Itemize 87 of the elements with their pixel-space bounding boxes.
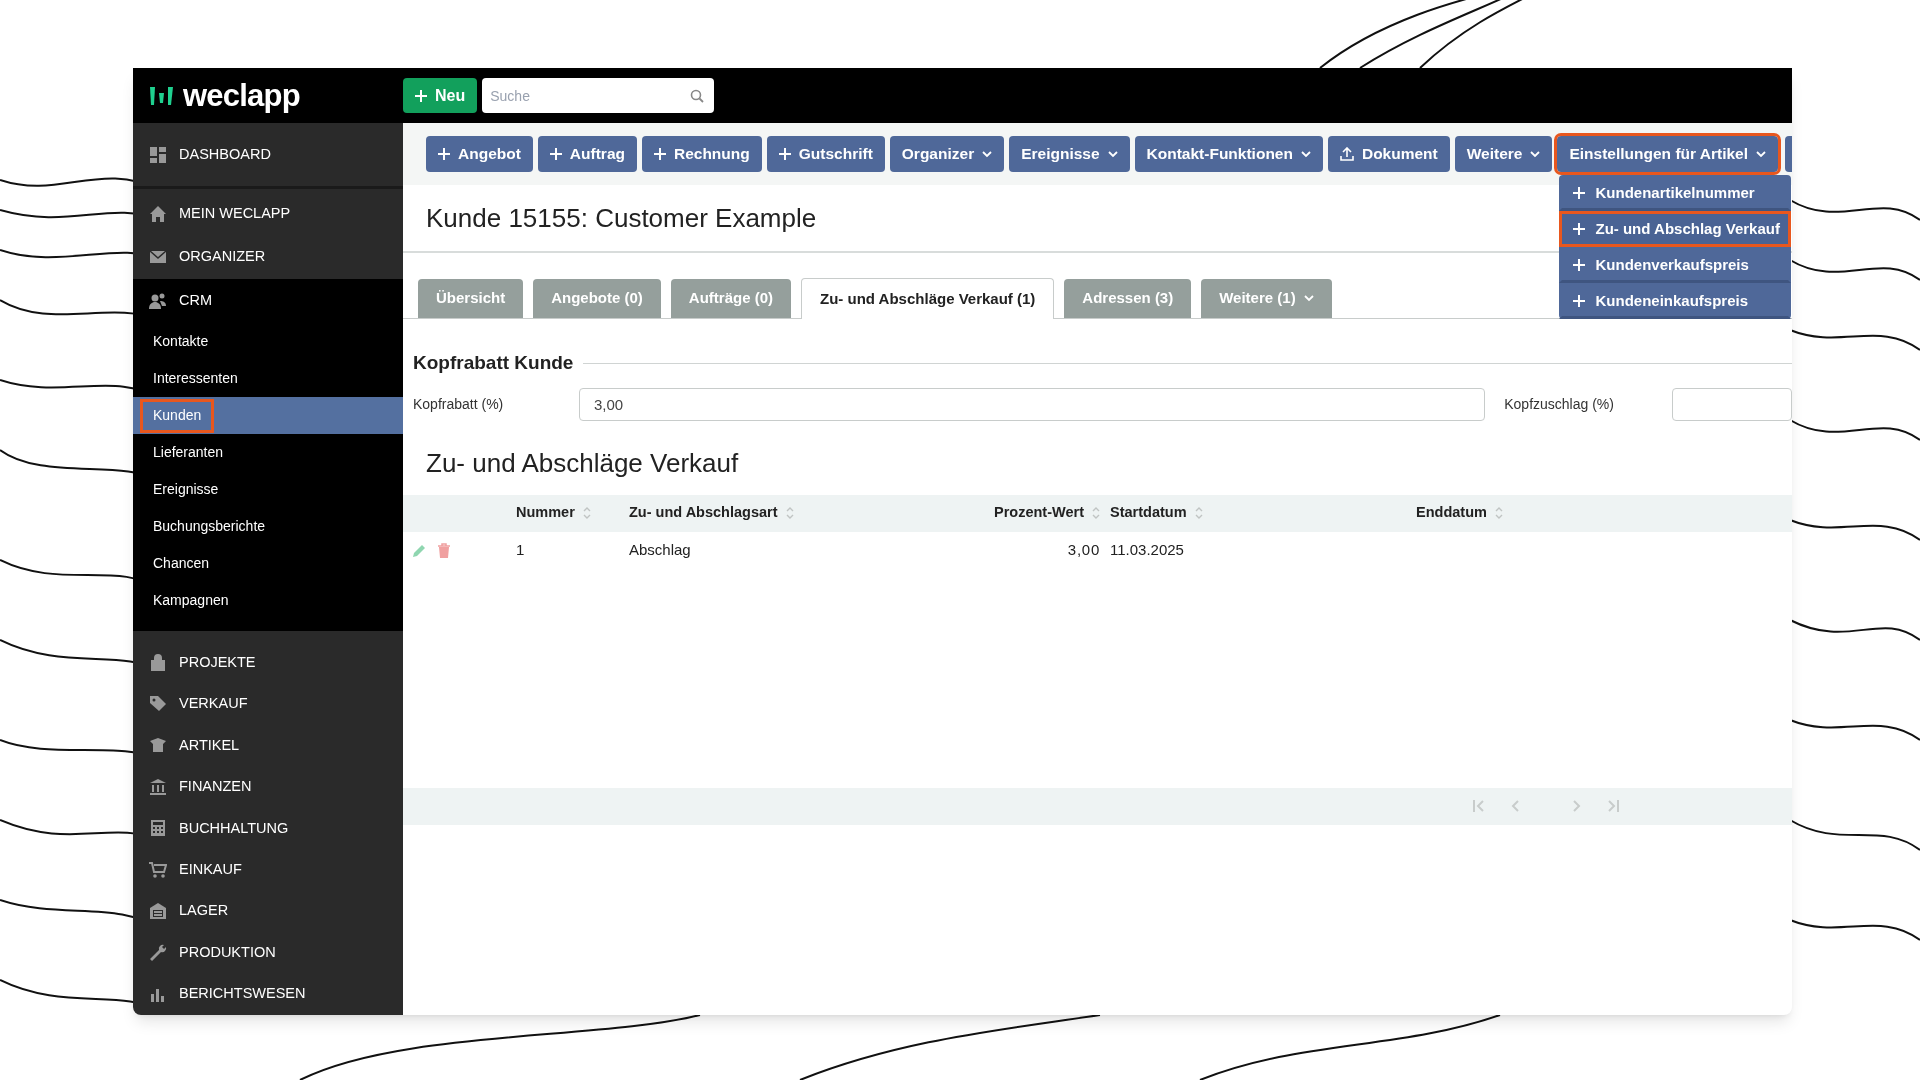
sidebar-item[interactable]: ARTIKEL bbox=[133, 724, 403, 767]
menu-item[interactable]: Kundeneinkaufspreis bbox=[1559, 283, 1792, 319]
section-title: Kopfrabatt Kunde bbox=[413, 351, 574, 375]
home-icon bbox=[149, 204, 167, 223]
sidebar-item[interactable]: MEIN WECLAPP bbox=[133, 192, 403, 236]
column-header[interactable]: Prozent-Wert bbox=[854, 502, 1110, 524]
toolbar-button[interactable]: Ereignisse bbox=[1009, 136, 1130, 172]
sort-icon bbox=[1494, 506, 1503, 520]
sidebar-item[interactable]: PRODUKTION bbox=[133, 932, 403, 974]
plus-icon bbox=[549, 148, 562, 160]
toolbar-button[interactable]: Gutschrift bbox=[766, 136, 885, 172]
sidebar-subitem[interactable]: Ereignisse bbox=[140, 472, 232, 507]
upload-icon bbox=[1339, 147, 1354, 161]
sidebar-item[interactable]: BUCHHALTUNG bbox=[133, 807, 403, 850]
plus-icon bbox=[1573, 295, 1586, 307]
sidebar-subitem[interactable]: Kampagnen bbox=[140, 583, 242, 618]
sort-icon bbox=[1194, 506, 1203, 520]
sidebar-item[interactable]: ORGANIZER bbox=[133, 235, 403, 279]
chevron-down-icon bbox=[1756, 150, 1767, 158]
plus-icon bbox=[653, 148, 666, 160]
plus-icon bbox=[415, 89, 427, 102]
chevron-down-icon bbox=[1107, 150, 1118, 158]
tag-icon bbox=[149, 695, 167, 714]
logo-icon bbox=[149, 84, 175, 107]
input-field[interactable]: 3,00 bbox=[578, 388, 1486, 421]
wrench-icon bbox=[149, 943, 167, 962]
table-cell-text: 11.03.2025 bbox=[1110, 540, 1185, 561]
sort-icon bbox=[785, 506, 794, 520]
bank-icon bbox=[149, 778, 167, 797]
toolbar-button[interactable]: Weitere bbox=[1454, 136, 1553, 172]
menu-item[interactable]: Zu- und Abschlag Verkauf bbox=[1559, 211, 1792, 247]
sidebar-item[interactable]: BERICHTSWESEN bbox=[133, 973, 403, 1015]
sidebar-item[interactable]: EINKAUF bbox=[133, 849, 403, 891]
people-icon bbox=[149, 292, 167, 310]
sort-icon bbox=[582, 506, 591, 520]
toolbar-button[interactable]: Auftrag bbox=[537, 136, 637, 172]
sidebar-item[interactable]: VERKAUF bbox=[133, 683, 403, 725]
column-header[interactable]: Nummer bbox=[516, 502, 629, 524]
chevron-down-icon bbox=[1303, 295, 1314, 302]
table-cell-text: Abschlag bbox=[629, 540, 692, 561]
tab[interactable]: Zu- und Abschläge Verkauf (1) bbox=[801, 278, 1055, 319]
warehouse-icon bbox=[149, 902, 167, 921]
field-label: Kopfzuschlag (%) bbox=[1504, 395, 1615, 414]
sidebar-item[interactable]: PROJEKTE bbox=[133, 642, 403, 684]
column-header[interactable]: Enddatum bbox=[1416, 502, 1792, 524]
table-cell-text: 1 bbox=[516, 540, 526, 561]
search-field[interactable]: Suche bbox=[482, 78, 715, 113]
toolbar-button[interactable]: Rechnung bbox=[641, 136, 762, 172]
cart-icon bbox=[149, 860, 167, 879]
box-icon bbox=[149, 736, 167, 755]
chevron-down-icon bbox=[1530, 150, 1541, 158]
trash-icon bbox=[437, 542, 451, 559]
dashboard-icon bbox=[149, 145, 167, 164]
search-icon bbox=[690, 89, 705, 103]
sidebar-subitem[interactable]: Chancen bbox=[140, 546, 223, 581]
plus-icon bbox=[1573, 223, 1586, 235]
chevron-down-icon bbox=[1300, 150, 1311, 158]
toolbar-button[interactable]: Organizer bbox=[889, 136, 1005, 172]
chevron-down-icon bbox=[982, 150, 993, 158]
table-cell-text: 3,00 bbox=[1066, 540, 1101, 561]
plus-icon bbox=[438, 148, 450, 160]
toolbar-button[interactable]: Angebot bbox=[426, 136, 533, 172]
sidebar-item[interactable]: FINANZEN bbox=[133, 766, 403, 808]
sidebar-subitem[interactable]: Lieferanten bbox=[140, 435, 237, 470]
toolbar-button[interactable]: Dokument bbox=[1327, 136, 1450, 172]
bag-icon bbox=[149, 653, 167, 672]
field-label: Kopfrabatt (%) bbox=[413, 395, 505, 414]
sidebar-subitem[interactable]: Kontakte bbox=[140, 324, 222, 359]
calculator-icon bbox=[149, 819, 167, 838]
plus-icon bbox=[1573, 259, 1586, 271]
pencil-icon bbox=[411, 542, 427, 559]
column-header[interactable]: Startdatum bbox=[1110, 502, 1416, 524]
sidebar-subitem[interactable]: Buchungsberichte bbox=[140, 509, 279, 544]
toolbar-button[interactable]: Einstellungen für Artikel bbox=[1557, 136, 1779, 172]
input-field[interactable] bbox=[1672, 388, 1792, 421]
toolbar-button[interactable]: Kontakt-Funktionen bbox=[1134, 136, 1323, 172]
menu-item[interactable]: Kundenverkaufspreis bbox=[1559, 247, 1792, 283]
sidebar-subitem[interactable]: Kunden bbox=[140, 398, 215, 433]
sidebar-subitem[interactable]: Interessenten bbox=[140, 361, 251, 396]
sort-icon bbox=[1092, 506, 1100, 520]
plus-icon bbox=[1573, 187, 1586, 199]
column-header[interactable]: Zu- und Abschlagsart bbox=[629, 502, 854, 524]
sidebar-item[interactable]: LAGER bbox=[133, 890, 403, 933]
page-title: Kunde 15155: Customer Example bbox=[426, 201, 817, 235]
logo-text: weclapp bbox=[183, 80, 300, 111]
plus-icon bbox=[778, 148, 791, 160]
table-title: Zu- und Abschläge Verkauf bbox=[425, 446, 740, 480]
